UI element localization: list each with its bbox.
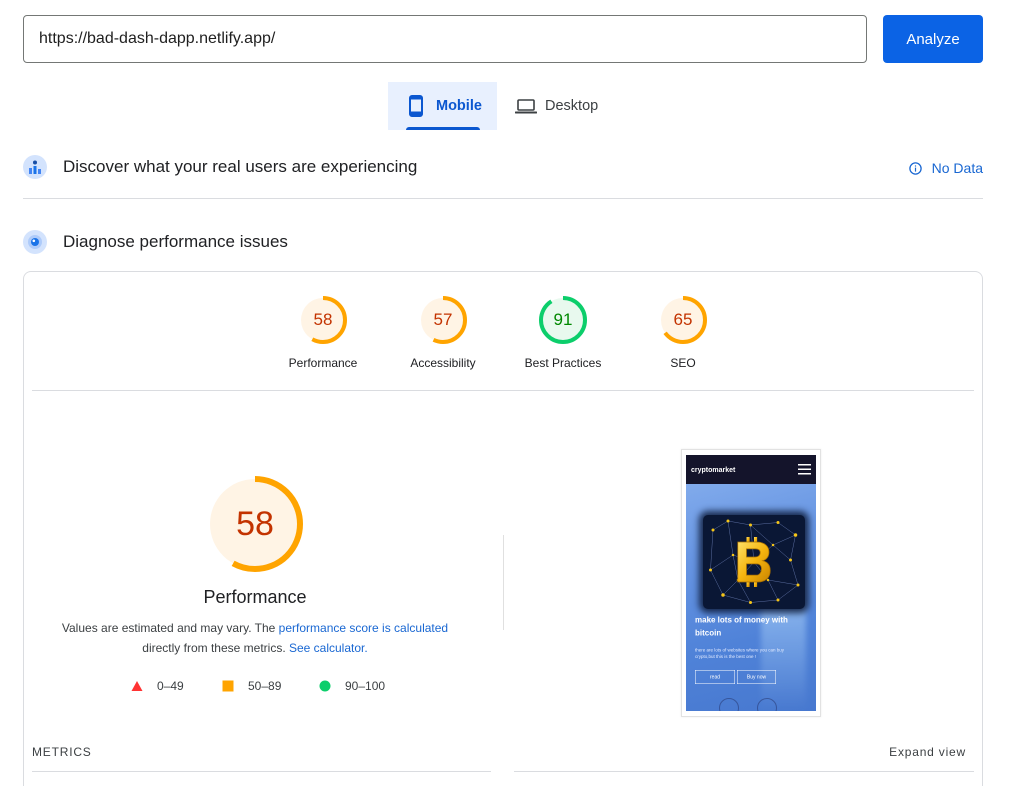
category-scores: 58 Performance 57 Accessibility 91 Best … [263,296,743,376]
gauge-performance[interactable]: 58 Performance [263,296,383,376]
gauge-score: 58 [313,310,333,329]
section-divider [23,198,983,199]
performance-gauge-large: 58 Performance [155,476,355,616]
no-data-label: No Data [931,160,983,176]
read-button: read [695,670,735,684]
site-logo: cryptomarket [691,465,736,474]
tab-active-indicator [406,127,480,130]
laptop-icon [515,99,537,114]
smartphone-icon [409,95,423,117]
score-note: Values are estimated and may vary. The p… [30,618,480,658]
lab-data-title: Diagnose performance issues [63,232,288,251]
gauge-score: 58 [236,504,274,543]
fail-triangle-icon [131,681,143,691]
bitcoin-symbol [737,537,771,587]
score-calculation-link[interactable]: performance score is calculated [279,621,448,635]
url-input[interactable] [23,15,867,63]
final-screenshot[interactable]: cryptomarket make lots of money with bit… [681,449,821,717]
gauge-score: 57 [433,310,453,329]
buy-now-button: Buy now [737,670,776,684]
gauge-label: Performance [203,587,307,607]
bitcoin-network-icon [703,515,805,609]
legend-pass-range: 90–100 [345,679,386,693]
note-text: directly from these metrics. [142,641,289,655]
field-data-status[interactable]: No Data [908,158,983,178]
hero-headline: make lots of money with bitcoin [695,616,788,638]
menu-icon [798,464,811,475]
tab-desktop[interactable]: Desktop [505,82,615,130]
tab-label: Mobile [436,98,482,114]
gauges-divider [32,390,974,391]
decorative-circle [719,698,739,711]
analyze-button[interactable]: Analyze [883,15,983,63]
gauge-label: Performance [288,356,358,370]
site-header: cryptomarket [686,455,816,484]
gauge-best-practices[interactable]: 91 Best Practices [503,296,623,376]
expand-view-button[interactable]: Expand view [889,745,966,759]
bitcoin-graphic [709,519,800,604]
hero-tagline: there are lots of websites where you can… [695,647,785,660]
vertical-divider [503,535,504,630]
legend-fail-range: 0–49 [157,679,184,693]
field-data-title: Discover what your real users are experi… [63,157,418,176]
pass-circle-icon [319,680,331,692]
tab-label: Desktop [545,98,599,114]
note-text: Values are estimated and may vary. The [61,621,279,635]
gauge-accessibility[interactable]: 57 Accessibility [383,296,503,376]
see-calculator-link[interactable]: See calculator. [289,641,368,655]
page-screenshot: cryptomarket make lots of money with bit… [686,455,816,711]
gauge-label: Best Practices [524,356,602,370]
gauge-score: 65 [673,310,693,329]
metrics-divider-right [514,771,974,772]
average-square-icon [222,680,234,692]
lab-data-icon [23,230,47,254]
gauge-seo[interactable]: 65 SEO [623,296,743,376]
metrics-divider-left [32,771,491,772]
gauge-label: SEO [670,356,696,370]
metrics-title: METRICS [32,745,92,759]
gauge-score: 91 [553,310,573,329]
tab-mobile[interactable]: Mobile [388,82,497,130]
info-icon [908,161,922,175]
gauge-label: Accessibility [410,356,476,370]
legend-average-range: 50–89 [248,679,282,693]
decorative-circle [757,698,777,711]
field-data-icon [23,155,47,179]
